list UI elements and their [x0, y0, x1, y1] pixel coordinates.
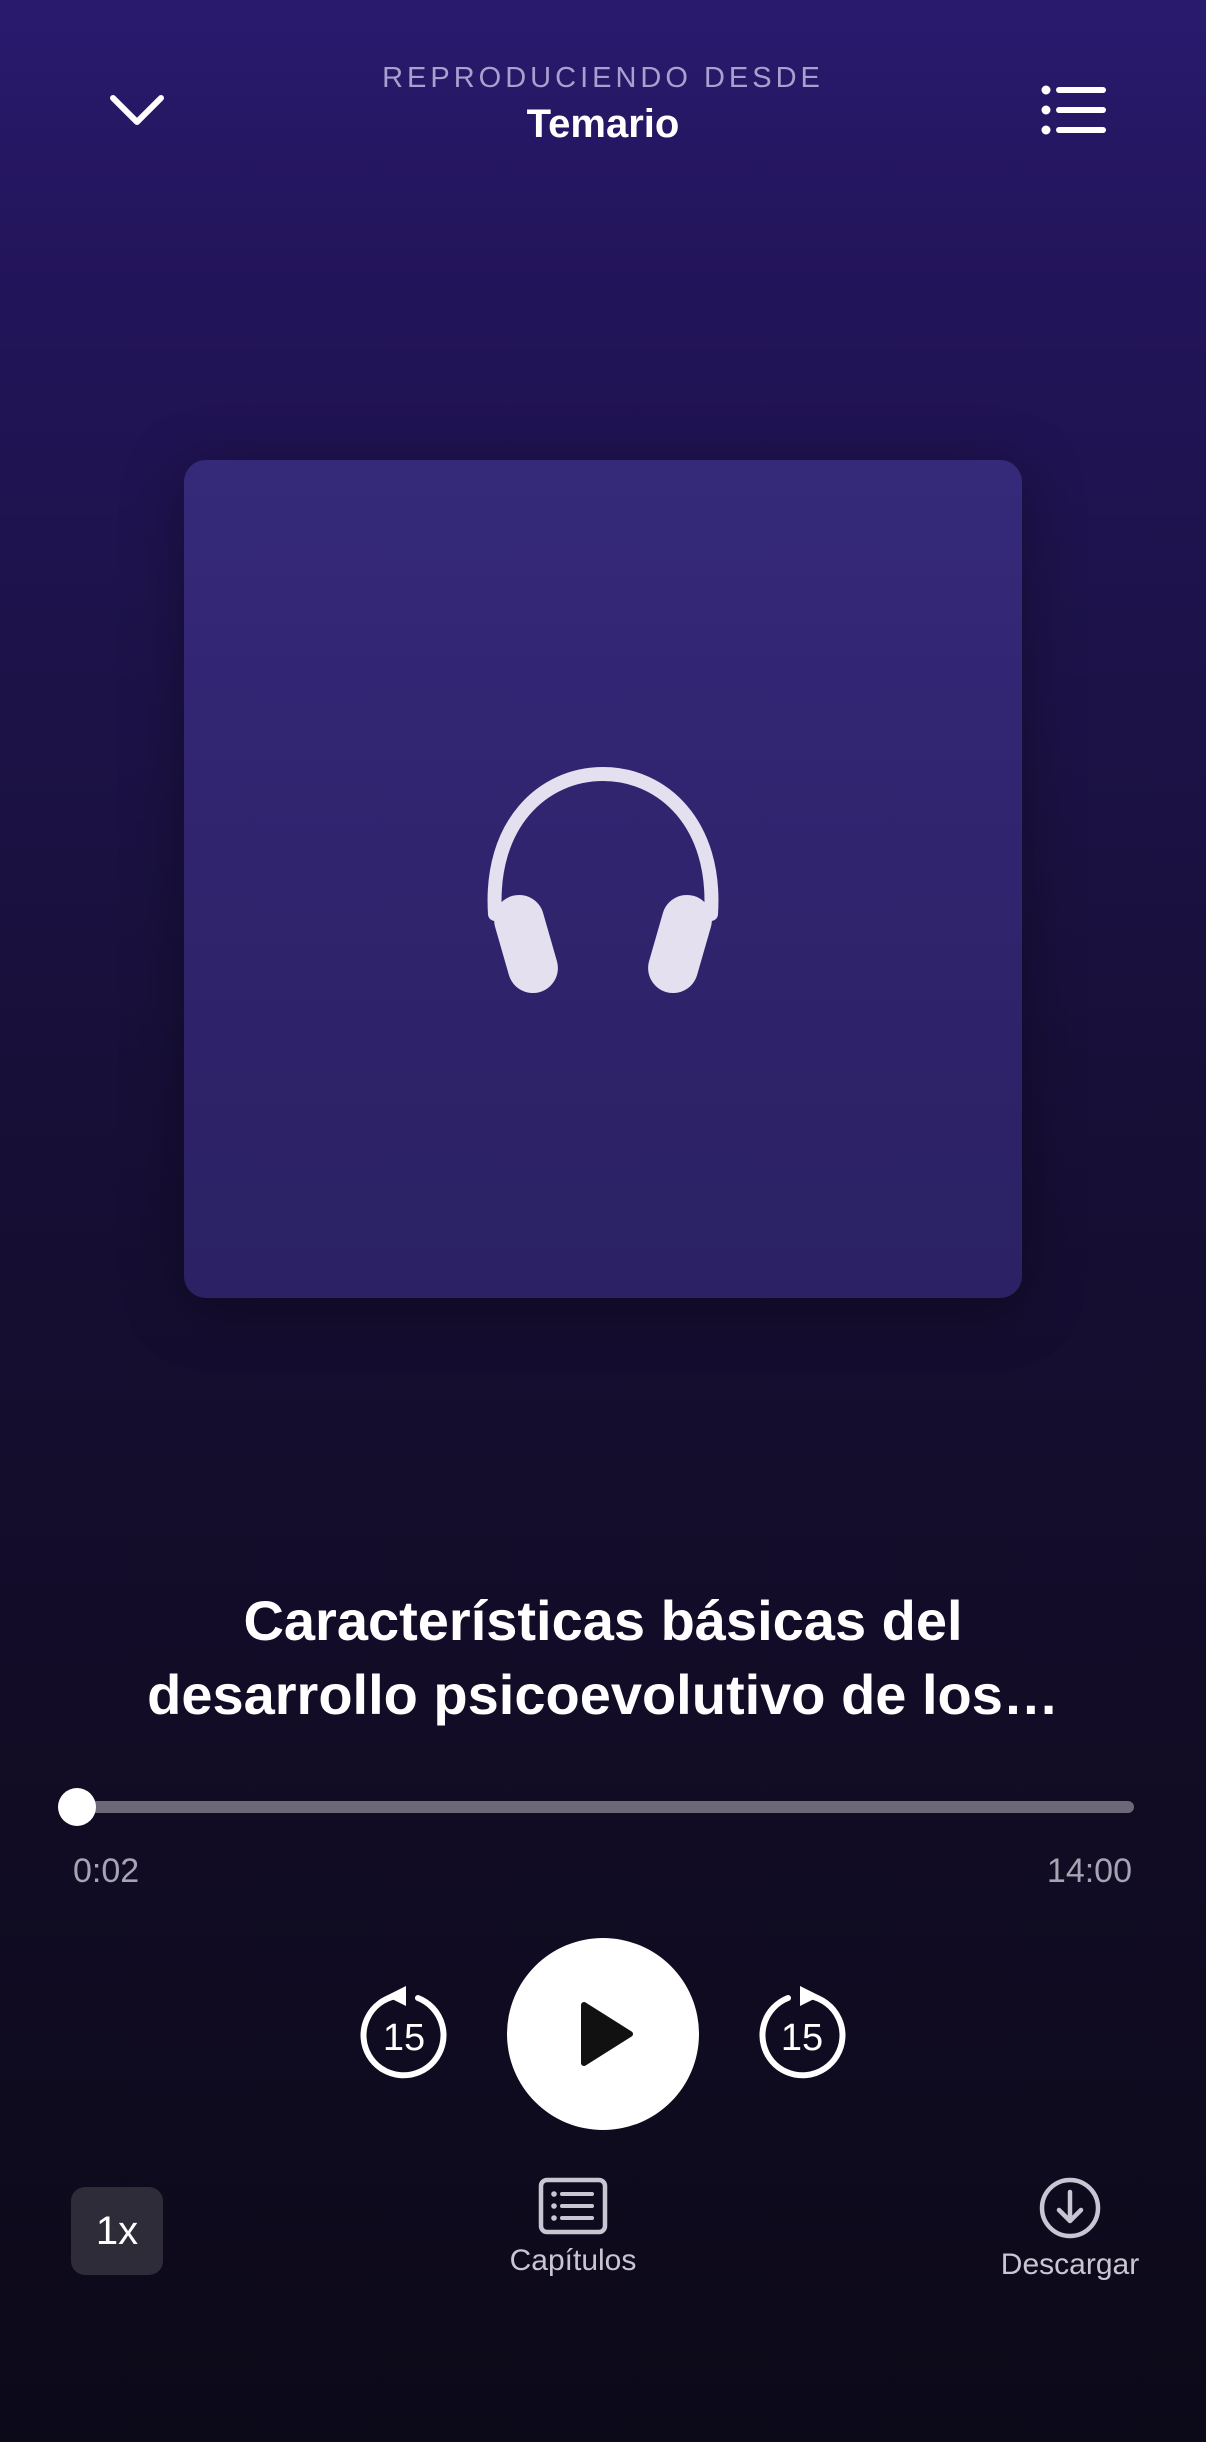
play-icon	[581, 2002, 633, 2066]
download-button[interactable]: Descargar	[970, 2176, 1170, 2296]
play-button[interactable]	[507, 1938, 699, 2130]
download-icon	[1039, 2177, 1101, 2239]
progress-thumb[interactable]	[57, 1788, 96, 1826]
list-icon	[1041, 85, 1106, 135]
forward-seconds: 15	[781, 2017, 823, 2059]
chapters-label: Capítulos	[509, 2244, 637, 2277]
playback-speed-button[interactable]: 1x	[71, 2187, 163, 2275]
album-artwork	[184, 460, 1022, 1298]
track-title-line-2: desarrollo psicoevolutivo de los…	[147, 1663, 1059, 1726]
download-label: Descargar	[1000, 2248, 1140, 2281]
forward-15-button[interactable]: 15	[754, 1986, 850, 2082]
chapters-button[interactable]: Capítulos	[480, 2176, 666, 2296]
chapters-icon	[538, 2177, 608, 2235]
track-title: Características básicas del desarrollo p…	[90, 1584, 1116, 1732]
total-time: 14:00	[1046, 1852, 1132, 1890]
rewind-seconds: 15	[383, 2017, 425, 2059]
track-title-line-1: Características básicas del	[243, 1589, 963, 1652]
forward-icon: 15	[759, 1986, 846, 2079]
rewind-icon: 15	[360, 1986, 447, 2079]
rewind-15-button[interactable]: 15	[356, 1986, 452, 2082]
headphones-icon	[487, 766, 719, 994]
progress-bar[interactable]	[74, 1801, 1134, 1813]
queue-button[interactable]	[1024, 70, 1124, 150]
elapsed-time: 0:02	[73, 1852, 140, 1890]
